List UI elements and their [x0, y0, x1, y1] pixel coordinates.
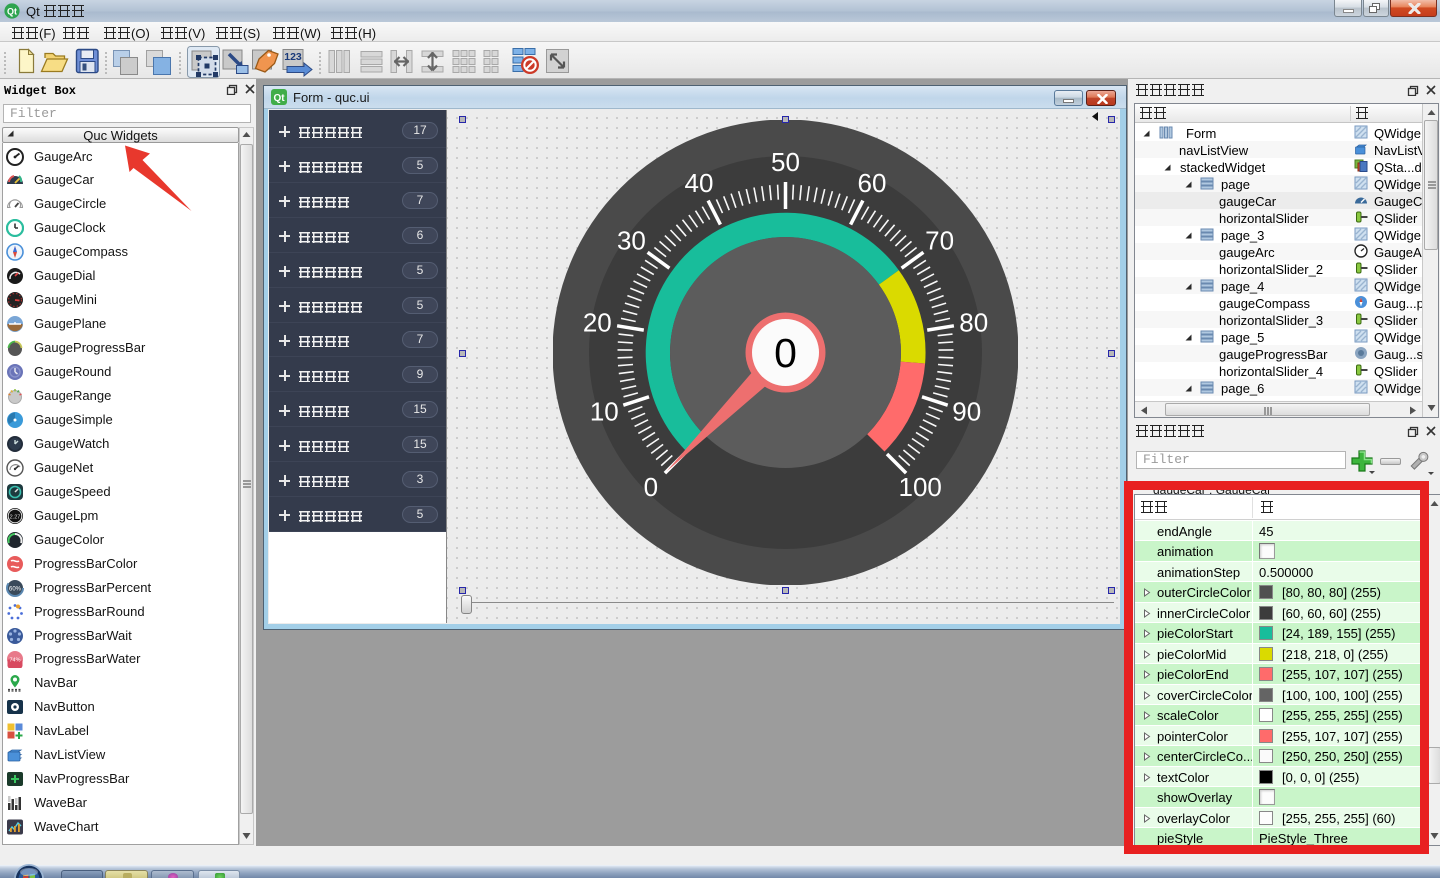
svg-text:Qt: Qt — [273, 93, 285, 104]
svg-text:60: 60 — [858, 168, 887, 198]
svg-text:80: 80 — [959, 308, 988, 338]
svg-text:10: 10 — [590, 396, 619, 426]
svg-text:60%: 60% — [9, 586, 22, 592]
svg-text:74%: 74% — [9, 658, 20, 664]
svg-text:Qt: Qt — [7, 7, 17, 17]
svg-text:70: 70 — [925, 226, 954, 256]
svg-text:50: 50 — [771, 147, 800, 177]
svg-text:100: 100 — [899, 472, 942, 502]
svg-text:30: 30 — [617, 226, 646, 256]
svg-text:0: 0 — [774, 330, 797, 376]
svg-text:20: 20 — [583, 308, 612, 338]
svg-text:0: 0 — [644, 472, 658, 502]
svg-text:90: 90 — [952, 396, 981, 426]
svg-text:123: 123 — [284, 51, 302, 63]
svg-text:2.27: 2.27 — [10, 514, 21, 520]
svg-text:40: 40 — [685, 168, 714, 198]
